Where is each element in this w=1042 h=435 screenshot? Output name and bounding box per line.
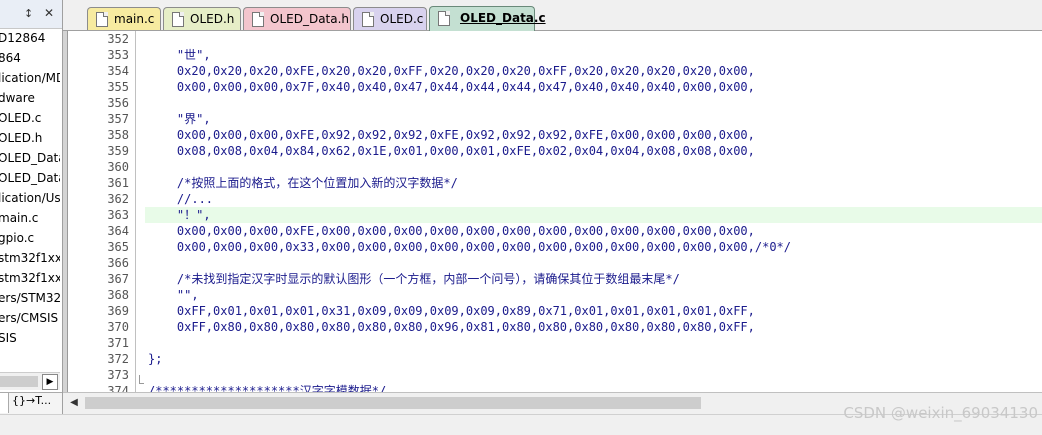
code-line[interactable]: /********************汉字字模数据*/ (145, 383, 1042, 392)
line-number: 365 (107, 240, 129, 254)
line-number: 358 (107, 128, 129, 142)
tree-item[interactable]: lication/Use (0, 188, 60, 208)
line-number: 372 (107, 352, 129, 366)
code-line[interactable] (145, 367, 1042, 383)
project-horizontal-scrollbar[interactable]: ▶ (0, 372, 60, 390)
tab-oled-c[interactable]: OLED.c (353, 7, 427, 30)
tree-item[interactable]: OLED_Data. (0, 148, 60, 168)
tab-main-c[interactable]: main.c (87, 7, 161, 30)
tree-item[interactable]: ers/STM32F (0, 288, 60, 308)
line-number: 367 (107, 272, 129, 286)
tab-label: OLED.c (380, 12, 424, 26)
tab-label: OLED_Data.c (460, 11, 546, 25)
close-icon[interactable]: ✕ (44, 6, 54, 20)
code-line[interactable]: "世", (145, 47, 1042, 63)
project-panel-header: ↕ ✕ (0, 0, 62, 29)
tree-item[interactable]: stm32f1xx_l (0, 268, 60, 288)
project-tab[interactable] (0, 393, 9, 413)
scroll-left-arrow-icon[interactable]: ◀ (67, 396, 81, 410)
code-line[interactable]: /*未找到指定汉字时显示的默认图形（一个方框，内部一个问号），请确保其位于数组最… (145, 271, 1042, 287)
code-editor[interactable]: 352 353 354 355 356 357 358 359 360 361 362 363 364 3… (63, 31, 1042, 392)
code-line[interactable] (145, 159, 1042, 175)
line-number: 370 (107, 320, 129, 334)
functions-tab[interactable]: {}→T... (12, 394, 51, 407)
line-number: 362 (107, 192, 129, 206)
scroll-thumb[interactable] (0, 376, 38, 387)
code-line[interactable] (145, 31, 1042, 47)
line-number: 353 (107, 48, 129, 62)
code-line[interactable]: "界", (145, 111, 1042, 127)
file-icon (362, 12, 374, 27)
tree-item[interactable]: stm32f1xx_i (0, 248, 60, 268)
code-line[interactable] (145, 95, 1042, 111)
code-line[interactable]: 0x00,0x00,0x00,0x7F,0x40,0x40,0x47,0x44,… (145, 79, 1042, 95)
code-line[interactable]: /*按照上面的格式，在这个位置加入新的汉字数据*/ (145, 175, 1042, 191)
tab-oled-h[interactable]: OLED.h (163, 7, 241, 30)
line-number: 374 (107, 384, 129, 392)
code-line[interactable]: //... (145, 191, 1042, 207)
tab-label: OLED_Data.h (270, 12, 350, 26)
code-line[interactable]: 0x00,0x00,0x00,0x33,0x00,0x00,0x00,0x00,… (145, 239, 1042, 255)
tree-item[interactable]: dware (0, 88, 60, 108)
line-number: 371 (107, 336, 129, 350)
code-area[interactable]: "世", 0x20,0x20,0x20,0xFE,0x20,0x20,0xFF,… (145, 31, 1042, 392)
line-number: 369 (107, 304, 129, 318)
line-number: 373 (107, 368, 129, 382)
code-line[interactable]: "", (145, 287, 1042, 303)
fold-end-marker (139, 375, 144, 384)
file-icon (172, 12, 184, 27)
tree-item[interactable]: ers/CMSIS (0, 308, 60, 328)
pin-icon[interactable]: ↕ (24, 7, 33, 20)
line-number: 356 (107, 96, 129, 110)
tab-label: main.c (114, 12, 155, 26)
tree-item[interactable]: lication/MD (0, 68, 60, 88)
tab-oled-data-h[interactable]: OLED_Data.h (243, 7, 351, 30)
code-line[interactable]: 0x00,0x00,0x00,0xFE,0x00,0x00,0x00,0x00,… (145, 223, 1042, 239)
line-number: 361 (107, 176, 129, 190)
tree-item[interactable]: OLED.c (0, 108, 60, 128)
line-number-gutter: 352 353 354 355 356 357 358 359 360 361 362 363 364 3… (68, 31, 135, 392)
tree-item[interactable]: OLED.h (0, 128, 60, 148)
line-number: 359 (107, 144, 129, 158)
tree-item[interactable]: OLED_Data. (0, 168, 60, 188)
code-line[interactable]: 0x08,0x08,0x04,0x84,0x62,0x1E,0x01,0x00,… (145, 143, 1042, 159)
line-number: 357 (107, 112, 129, 126)
code-line[interactable] (145, 255, 1042, 271)
code-line[interactable]: 0x00,0x00,0x00,0xFE,0x92,0x92,0x92,0xFE,… (145, 127, 1042, 143)
tree-item[interactable]: gpio.c (0, 228, 60, 248)
code-line[interactable]: 0xFF,0x80,0x80,0x80,0x80,0x80,0x80,0x96,… (145, 319, 1042, 335)
file-icon (438, 11, 450, 26)
tree-item[interactable]: 864 (0, 48, 60, 68)
code-line[interactable]: 0xFF,0x01,0x01,0x01,0x31,0x09,0x09,0x09,… (145, 303, 1042, 319)
editor-tab-bar: main.c OLED.h OLED_Data.h OLED.c OLED_Da… (63, 0, 1042, 31)
fold-column (135, 31, 145, 392)
scroll-thumb[interactable] (85, 397, 701, 409)
watermark: CSDN @weixin_69034130 (843, 404, 1038, 422)
code-line[interactable]: "！", (145, 207, 1042, 223)
line-number: 368 (107, 288, 129, 302)
line-number: 360 (107, 160, 129, 174)
tree-item[interactable]: SIS (0, 328, 60, 348)
line-number: 352 (107, 32, 129, 46)
tree-item[interactable]: D12864 (0, 28, 60, 48)
code-line[interactable]: 0x20,0x20,0x20,0xFE,0x20,0x20,0xFF,0x20,… (145, 63, 1042, 79)
project-tree[interactable]: D12864864lication/MDdwareOLED.cOLED.hOLE… (0, 28, 60, 370)
tab-oled-data-c[interactable]: OLED_Data.c (429, 6, 546, 31)
tree-item[interactable]: main.c (0, 208, 60, 228)
file-icon (96, 12, 108, 27)
line-number: 363 (107, 208, 129, 222)
line-number: 354 (107, 64, 129, 78)
line-number: 366 (107, 256, 129, 270)
scroll-right-arrow-icon[interactable]: ▶ (42, 374, 58, 390)
line-number: 355 (107, 80, 129, 94)
file-icon (252, 12, 264, 27)
code-line[interactable] (145, 335, 1042, 351)
project-panel: ↕ ✕ D12864864lication/MDdwareOLED.cOLED.… (0, 0, 63, 434)
code-line[interactable]: }; (145, 351, 1042, 367)
tab-label: OLED.h (190, 12, 235, 26)
line-number: 364 (107, 224, 129, 238)
panel-tabs: {}→T... (0, 392, 62, 415)
